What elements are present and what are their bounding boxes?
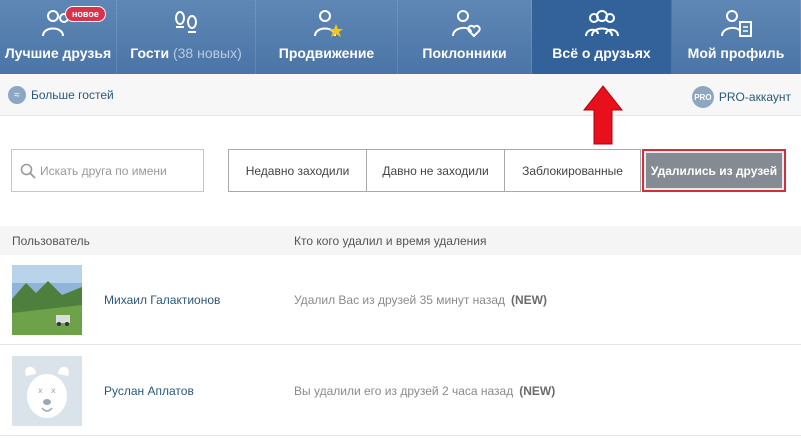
tab-admirers[interactable]: Поклонники: [398, 0, 532, 74]
user-name-link[interactable]: Михаил Галактионов: [104, 293, 220, 307]
tab-guests[interactable]: Гости (38 новых): [117, 0, 256, 74]
removal-status-text: Вы удалили его из друзей 2 часа назад: [294, 384, 514, 398]
deactivated-dog-icon: x x: [12, 356, 82, 426]
tab-promotion[interactable]: Продвижение: [256, 0, 398, 74]
sub-bar: ≈ Больше гостей PRO PRO-аккаунт: [0, 74, 801, 116]
filter-group: Недавно заходили Давно не заходили Забло…: [228, 149, 786, 192]
new-flag: (NEW): [511, 293, 548, 307]
filter-unfriended-label: Удалились из друзей: [646, 153, 782, 188]
tab-all-about-friends[interactable]: Всё о друзьях: [532, 0, 672, 74]
tab-all-about-friends-label: Всё о друзьях: [552, 45, 651, 61]
red-arrow-annotation: [582, 85, 624, 145]
tab-guests-count: (38 новых): [172, 45, 242, 61]
filter-long-absent[interactable]: Давно не заходили: [366, 149, 505, 192]
search-input[interactable]: [40, 163, 200, 178]
tab-admirers-label: Поклонники: [422, 45, 507, 61]
user-heart-icon: [451, 10, 481, 38]
filter-recent-visitors[interactable]: Недавно заходили: [228, 149, 367, 192]
more-guests-link[interactable]: ≈ Больше гостей: [8, 86, 114, 104]
tab-promotion-label: Продвижение: [278, 45, 375, 61]
pro-icon: PRO: [691, 86, 714, 108]
removal-status: Вы удалили его из друзей 2 часа назад (NE…: [294, 384, 555, 398]
svg-text:x: x: [38, 386, 43, 395]
wave-icon: ≈: [8, 86, 26, 104]
profile-card-icon: [721, 10, 752, 37]
user-star-icon: [313, 10, 343, 37]
new-flag: (NEW): [519, 384, 556, 398]
landscape-photo: [12, 265, 82, 335]
avatar[interactable]: x x: [12, 356, 82, 426]
new-badge: новое: [65, 6, 106, 22]
pro-account-label: PRO-аккаунт: [718, 90, 791, 104]
table-row: Михаил Галактионов Удалил Вас из друзей …: [0, 255, 801, 345]
footprints-icon: [175, 11, 197, 33]
friend-search[interactable]: [11, 149, 204, 192]
tab-my-profile-label: Мой профиль: [687, 45, 785, 61]
column-removal-info: Кто кого удалил и время удаления: [294, 234, 487, 248]
group-icon: [584, 10, 619, 37]
removal-status: Удалил Вас из друзей 35 минут назад (NEW): [294, 293, 547, 307]
filter-unfriended[interactable]: Удалились из друзей: [642, 149, 786, 192]
top-navigation: новое Лучшие друзья Гости (38 новых) Про…: [0, 0, 801, 74]
table-row: x x Руслан Аплатов Вы удалили его из дру…: [0, 346, 801, 436]
search-icon: [20, 163, 36, 179]
pro-account-link[interactable]: PRO PRO-аккаунт: [691, 86, 791, 108]
user-name-link[interactable]: Руслан Аплатов: [104, 384, 194, 398]
tab-best-friends[interactable]: новое Лучшие друзья: [0, 0, 117, 74]
removal-status-text: Удалил Вас из друзей 35 минут назад: [294, 293, 506, 307]
filter-blocked[interactable]: Заблокированные: [504, 149, 641, 192]
more-guests-label: Больше гостей: [31, 88, 114, 102]
tab-best-friends-label: Лучшие друзья: [4, 45, 112, 61]
tab-guests-text: Гости: [130, 45, 170, 61]
svg-text:x: x: [51, 386, 56, 395]
tab-my-profile[interactable]: Мой профиль: [672, 0, 801, 74]
avatar[interactable]: [12, 265, 82, 335]
tab-guests-label: Гости (38 новых): [130, 45, 242, 61]
table-header: Пользователь Кто кого удалил и время уда…: [0, 226, 801, 255]
column-user: Пользователь: [12, 234, 90, 248]
